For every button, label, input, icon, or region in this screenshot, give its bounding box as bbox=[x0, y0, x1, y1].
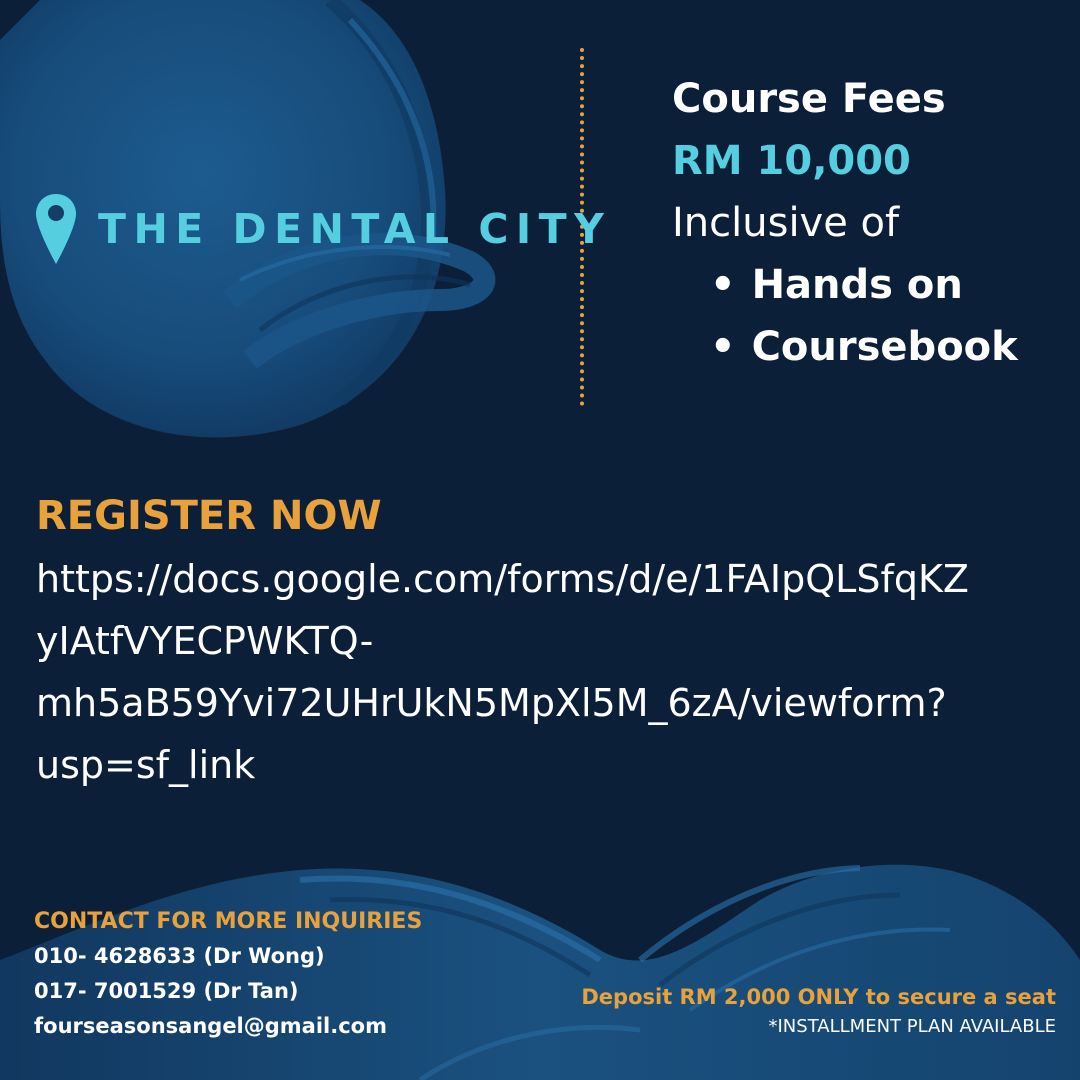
link-line[interactable]: https://docs.google.com/forms/d/e/1FAIpQ… bbox=[36, 548, 1056, 610]
brand-name: THE DENTAL CITY bbox=[98, 204, 612, 253]
location-pin-icon bbox=[36, 194, 76, 264]
fees-amount: RM 10,000 bbox=[672, 138, 911, 184]
list-item: Coursebook bbox=[710, 316, 1072, 378]
phone-tan: 017- 7001529 (Dr Tan) bbox=[34, 979, 299, 1003]
link-line[interactable]: mh5aB59Yvi72UHrUkN5MpXl5M_6zA/viewform? bbox=[36, 672, 1056, 734]
course-fees: Course Fees RM 10,000 Inclusive of Hands… bbox=[672, 68, 1072, 378]
contact-heading: CONTACT FOR MORE INQUIRIES bbox=[34, 909, 423, 934]
fees-inclusions-list: Hands on Coursebook bbox=[672, 254, 1072, 378]
installment-note: *INSTALLMENT PLAN AVAILABLE bbox=[768, 1016, 1057, 1037]
contact-email: fourseasonsangel@gmail.com bbox=[34, 1014, 387, 1038]
phone-wong: 010- 4628633 (Dr Wong) bbox=[34, 944, 325, 968]
link-line[interactable]: usp=sf_link bbox=[36, 734, 1056, 796]
poster: THE DENTAL CITY Course Fees RM 10,000 In… bbox=[0, 0, 1080, 1080]
contact-block: CONTACT FOR MORE INQUIRIES 010- 4628633 … bbox=[34, 905, 422, 1044]
brand-block: THE DENTAL CITY bbox=[34, 192, 611, 266]
list-item: Hands on bbox=[710, 254, 1072, 316]
deposit-note: Deposit RM 2,000 ONLY to secure a seat bbox=[581, 985, 1056, 1009]
registration-link[interactable]: https://docs.google.com/forms/d/e/1FAIpQ… bbox=[36, 548, 1056, 796]
link-line[interactable]: yIAtfVYECPWKTQ- bbox=[36, 610, 1056, 672]
register-heading: REGISTER NOW bbox=[36, 493, 382, 539]
fees-inclusive-label: Inclusive of bbox=[672, 200, 900, 246]
fees-title: Course Fees bbox=[672, 76, 946, 122]
